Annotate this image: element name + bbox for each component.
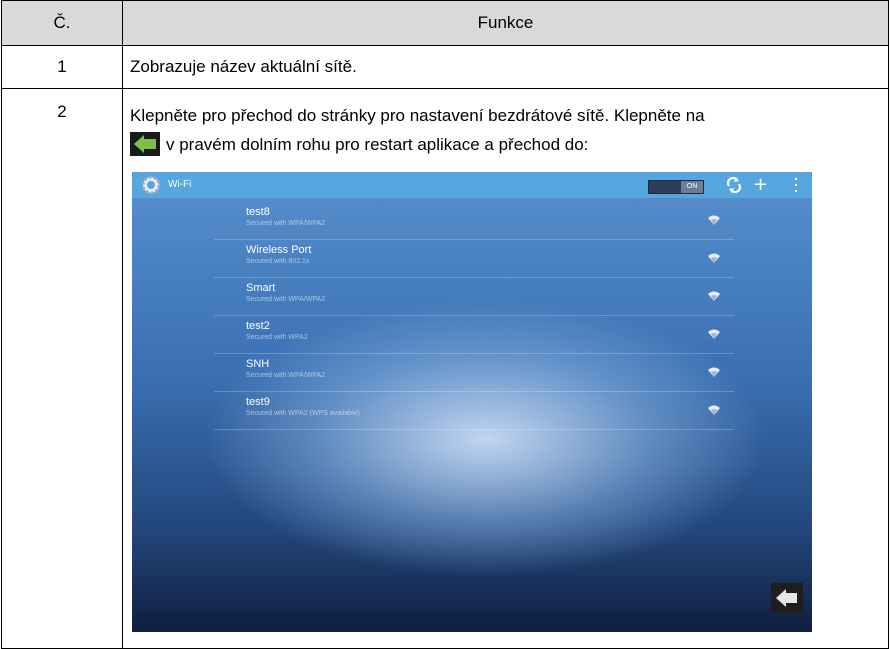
back-arrow-icon — [130, 132, 160, 156]
wifi-signal-icon — [708, 364, 720, 382]
network-item[interactable]: test2 Secured with WPA2 — [214, 316, 734, 354]
back-arrow-icon — [776, 589, 797, 607]
wifi-signal-icon — [708, 402, 720, 420]
table-row: 1 Zobrazuje název aktuální sítě. — [1, 45, 889, 89]
settings-gear-icon[interactable] — [140, 174, 162, 201]
network-name: test8 — [246, 206, 270, 218]
network-name: Smart — [246, 282, 276, 294]
toggle-on-label: ON — [681, 181, 703, 193]
wifi-signal-icon — [708, 288, 720, 306]
network-security: Secured with WPA/WPA2 — [246, 372, 326, 379]
wifi-toggle[interactable]: ON — [648, 180, 704, 194]
network-item[interactable]: test9 Secured with WPA2 (WPS available) — [214, 392, 734, 430]
wifi-signal-icon — [708, 326, 720, 344]
network-security: Secured with 802.1x — [246, 258, 310, 265]
row-text: Zobrazuje název aktuální sítě. — [122, 45, 889, 89]
row-number: 1 — [1, 45, 123, 89]
network-security: Secured with WPA/WPA2 — [246, 296, 326, 303]
network-name: Wireless Port — [246, 244, 312, 256]
row-text-line1: Klepněte pro přechod do stránky pro nast… — [130, 106, 705, 125]
network-item[interactable]: SNH Secured with WPA/WPA2 — [214, 354, 734, 392]
table-header-row: Č. Funkce — [1, 0, 889, 46]
network-item[interactable]: Smart Secured with WPA/WPA2 — [214, 278, 734, 316]
back-button[interactable] — [771, 583, 803, 613]
overflow-menu-icon[interactable] — [794, 178, 798, 197]
add-network-icon[interactable]: + — [753, 176, 768, 194]
screen-title: Wi-Fi — [168, 179, 192, 190]
wifi-settings-screenshot: Wi-Fi ON + test8 Secured with WPA/WPA2 W… — [132, 172, 812, 632]
network-name: SNH — [246, 358, 270, 370]
wifi-signal-icon — [708, 212, 720, 230]
row-text-line2-wrap: v pravém dolním rohu pro restart aplikac… — [130, 130, 888, 159]
network-security: Secured with WPA2 — [246, 334, 308, 341]
wifi-signal-icon — [708, 250, 720, 268]
header-function: Funkce — [122, 0, 889, 46]
row-text-line2: v pravém dolním rohu pro restart aplikac… — [166, 135, 589, 154]
action-bar: Wi-Fi ON + — [132, 172, 812, 198]
network-list: test8 Secured with WPA/WPA2 Wireless Por… — [214, 202, 734, 430]
network-item[interactable]: Wireless Port Secured with 802.1x — [214, 240, 734, 278]
network-security: Secured with WPA/WPA2 — [246, 220, 326, 227]
network-security: Secured with WPA2 (WPS available) — [246, 410, 360, 417]
row-number: 2 — [1, 88, 123, 649]
network-item[interactable]: test8 Secured with WPA/WPA2 — [214, 202, 734, 240]
network-name: test2 — [246, 320, 270, 332]
network-name: test9 — [246, 396, 270, 408]
refresh-icon[interactable] — [726, 176, 742, 198]
header-number: Č. — [1, 0, 123, 46]
